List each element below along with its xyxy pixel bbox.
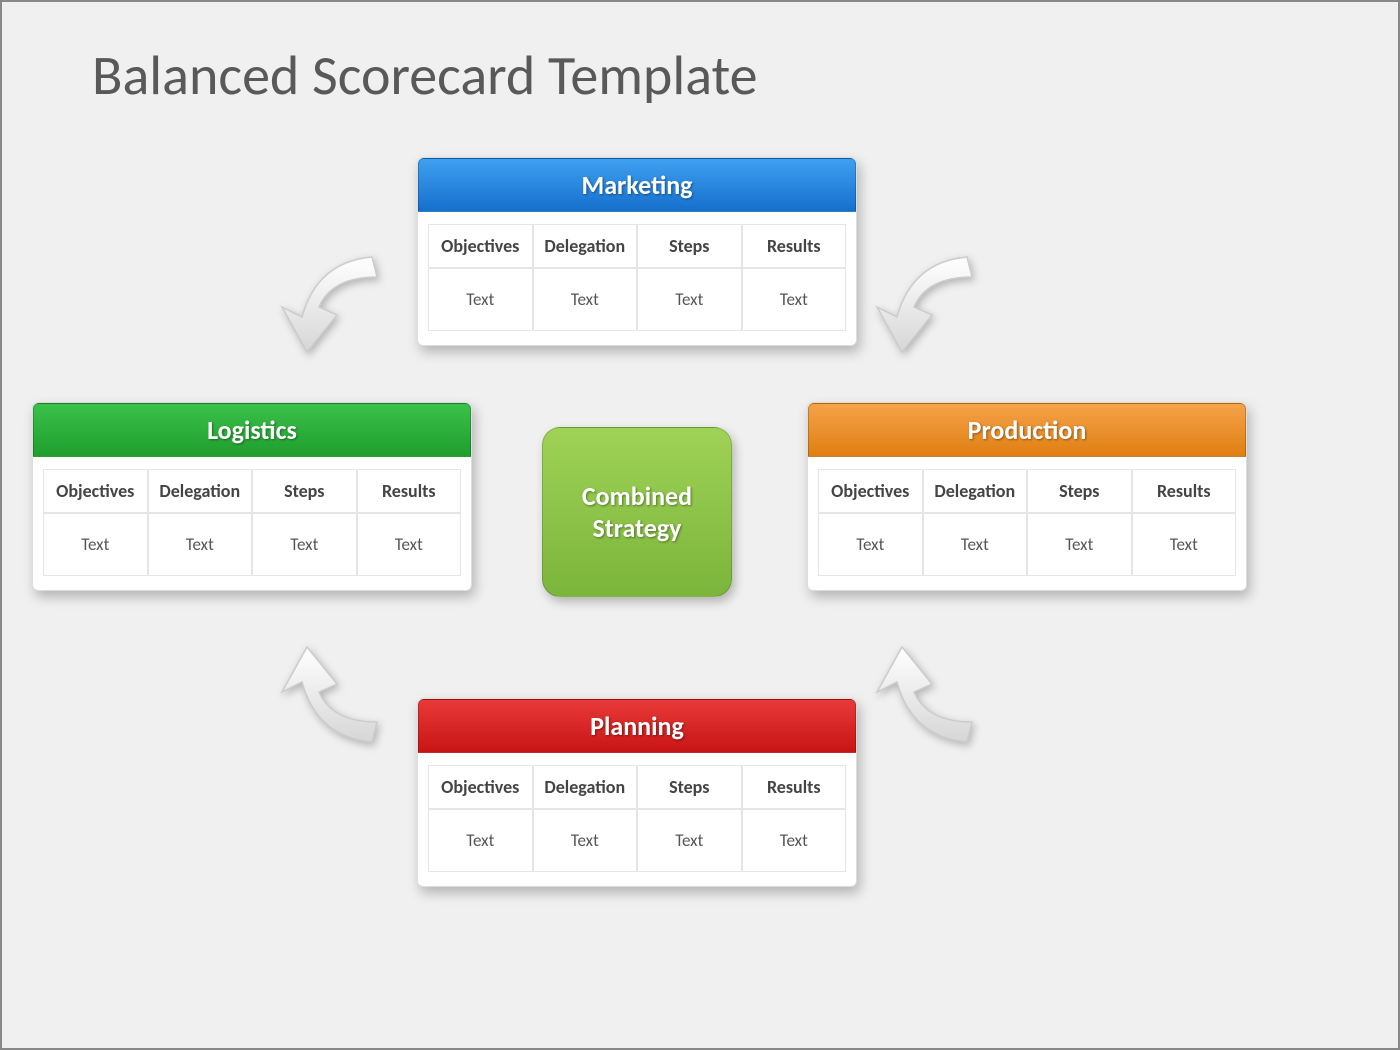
center-strategy: Combined Strategy	[542, 427, 732, 597]
card-planning-table: Objectives Delegation Steps Results Text…	[418, 753, 856, 886]
cell-value: Text	[1132, 513, 1237, 576]
col-header: Objectives	[43, 469, 148, 513]
card-marketing-header: Marketing	[418, 158, 856, 212]
card-logistics: Logistics Objectives Delegation Steps Re…	[32, 402, 472, 591]
arrow-bottom-to-right-icon	[872, 642, 992, 762]
card-planning-header: Planning	[418, 699, 856, 753]
cell-value: Text	[742, 268, 847, 331]
cell-value: Text	[533, 268, 638, 331]
cell-value: Text	[742, 809, 847, 872]
card-marketing-table: Objectives Delegation Steps Results Text…	[418, 212, 856, 345]
col-header: Delegation	[148, 469, 253, 513]
col-header: Objectives	[428, 765, 533, 809]
col-header: Results	[742, 765, 847, 809]
cell-value: Text	[923, 513, 1028, 576]
card-marketing: Marketing Objectives Delegation Steps Re…	[417, 157, 857, 346]
cell-value: Text	[637, 268, 742, 331]
col-header: Results	[357, 469, 462, 513]
col-header: Steps	[252, 469, 357, 513]
cell-value: Text	[43, 513, 148, 576]
card-production-header: Production	[808, 403, 1246, 457]
col-header: Delegation	[533, 765, 638, 809]
cell-value: Text	[252, 513, 357, 576]
cell-value: Text	[428, 809, 533, 872]
col-header: Results	[742, 224, 847, 268]
cell-value: Text	[148, 513, 253, 576]
col-header: Steps	[637, 765, 742, 809]
card-logistics-header: Logistics	[33, 403, 471, 457]
arrow-top-to-left-icon	[277, 237, 397, 357]
card-production: Production Objectives Delegation Steps R…	[807, 402, 1247, 591]
page-title: Balanced Scorecard Template	[92, 42, 758, 110]
col-header: Objectives	[428, 224, 533, 268]
cell-value: Text	[637, 809, 742, 872]
card-logistics-table: Objectives Delegation Steps Results Text…	[33, 457, 471, 590]
col-header: Objectives	[818, 469, 923, 513]
cell-value: Text	[1027, 513, 1132, 576]
arrow-right-to-top-icon	[872, 237, 992, 357]
arrow-left-to-bottom-icon	[277, 642, 397, 762]
col-header: Steps	[637, 224, 742, 268]
col-header: Results	[1132, 469, 1237, 513]
cell-value: Text	[428, 268, 533, 331]
center-strategy-label: Combined Strategy	[582, 480, 692, 544]
cell-value: Text	[533, 809, 638, 872]
col-header: Delegation	[533, 224, 638, 268]
col-header: Steps	[1027, 469, 1132, 513]
cell-value: Text	[357, 513, 462, 576]
card-planning: Planning Objectives Delegation Steps Res…	[417, 698, 857, 887]
col-header: Delegation	[923, 469, 1028, 513]
card-production-table: Objectives Delegation Steps Results Text…	[808, 457, 1246, 590]
cell-value: Text	[818, 513, 923, 576]
